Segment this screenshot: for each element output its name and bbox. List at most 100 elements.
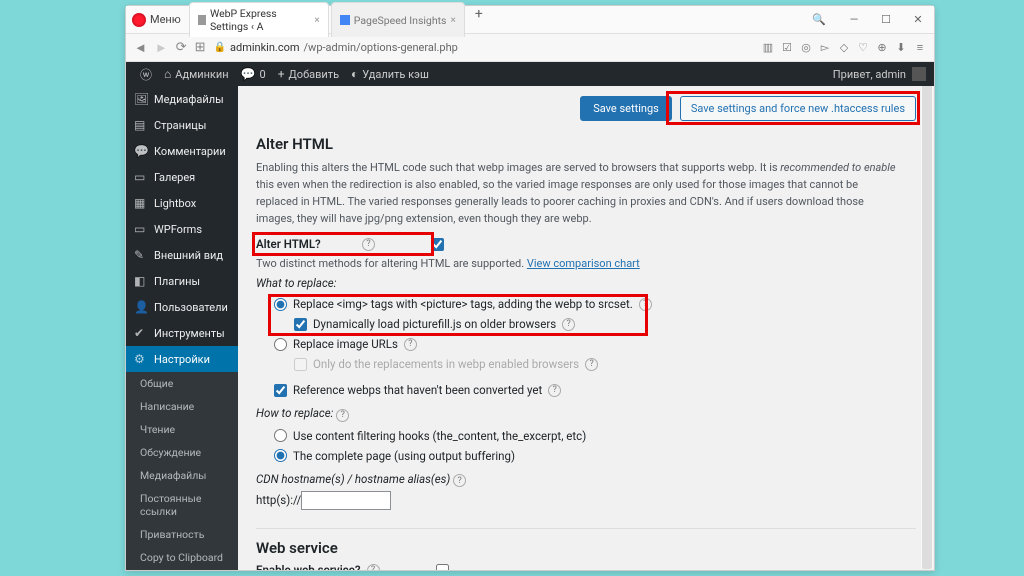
content-hooks-radio[interactable] <box>274 429 287 442</box>
new-tab-button[interactable]: + <box>467 2 491 37</box>
comment-count: 0 <box>260 68 266 81</box>
wordpress-icon: ⓦ <box>140 66 152 83</box>
sidebar-item-label: Внешний вид <box>154 249 223 262</box>
sub-item-writing[interactable]: Написание <box>126 395 238 418</box>
reference-webps-option[interactable]: Reference webps that haven't been conver… <box>256 380 916 400</box>
help-icon[interactable]: ? <box>548 384 561 397</box>
alter-html-checkbox[interactable] <box>431 238 444 251</box>
replace-url-option[interactable]: Replace image URLs ? <box>256 334 916 354</box>
lock-icon: 🔒 <box>214 42 226 53</box>
sidebar-item-appearance[interactable]: ✎Внешний вид <box>126 242 238 268</box>
close-icon[interactable]: × <box>450 15 455 26</box>
extension-icon[interactable]: ▥ <box>762 41 774 54</box>
sub-item-copy[interactable]: Copy to Clipboard <box>126 546 238 569</box>
comparison-link[interactable]: View comparison chart <box>527 257 640 270</box>
desc-part: this even when the redirection is also e… <box>256 178 864 225</box>
comments-icon: 💬 <box>134 144 148 158</box>
help-icon[interactable]: ? <box>639 298 652 311</box>
option-label: Replace image URLs <box>293 337 398 351</box>
pages-icon: ▤ <box>134 118 148 132</box>
what-replace-heading: What to replace: <box>256 276 916 290</box>
sidebar-item-label: Страницы <box>154 119 206 132</box>
cdn-hostname-input[interactable] <box>301 491 391 510</box>
help-icon[interactable]: ? <box>585 358 598 371</box>
content-hooks-option[interactable]: Use content filtering hooks (the_content… <box>256 426 916 446</box>
sidebar-item-wpforms[interactable]: ▭WPForms <box>126 216 238 242</box>
extension-icon[interactable]: ◎ <box>800 41 812 54</box>
output-buffer-radio[interactable] <box>274 449 287 462</box>
admin-sidebar: 🖼Медиафайлы ▤ Страницы 💬Комментарии ▭Гале… <box>126 62 238 570</box>
sidebar-item-gallery[interactable]: ▭Галерея <box>126 164 238 190</box>
sub-item-permalinks[interactable]: Постоянные ссылки <box>126 487 238 523</box>
how-replace-block: How to replace: ? Use content filtering … <box>256 406 916 466</box>
avatar[interactable] <box>912 67 926 81</box>
reload-button[interactable]: ⟳ <box>176 40 187 55</box>
sidebar-item-tools[interactable]: ✔Инструменты <box>126 320 238 346</box>
extension-icon[interactable]: ▻ <box>819 41 831 54</box>
scroll-thumb[interactable] <box>922 62 932 569</box>
sidebar-item-pages[interactable]: ▤ Страницы <box>126 112 238 138</box>
download-icon[interactable]: ⬇ <box>895 41 907 54</box>
sub-item-privacy[interactable]: Приватность <box>126 523 238 546</box>
bookmark-icon[interactable]: ♡ <box>857 41 869 54</box>
extension-icon[interactable]: ◇ <box>838 41 850 54</box>
help-icon[interactable]: ? <box>404 338 417 351</box>
wp-logo-button[interactable]: ⓦ <box>134 66 158 83</box>
site-name-button[interactable]: ⌂Админкин <box>158 67 235 81</box>
save-buttons-row: Save settings Save settings and force ne… <box>256 96 916 121</box>
webp-only-option: Only do the replacements in webp enabled… <box>256 354 916 374</box>
help-icon[interactable]: ? <box>453 474 466 487</box>
option-label: Reference webps that haven't been conver… <box>293 383 542 397</box>
sub-item-media[interactable]: Медиафайлы <box>126 464 238 487</box>
extension-icon[interactable]: ☑ <box>781 41 793 54</box>
forward-button[interactable]: ► <box>155 40 168 56</box>
add-new-button[interactable]: +Добавить <box>272 67 345 81</box>
back-button[interactable]: ◄ <box>134 40 147 56</box>
sidebar-item-media[interactable]: 🖼Медиафайлы <box>126 86 238 112</box>
save-button[interactable]: Save settings <box>580 96 672 121</box>
sidebar-item-lightbox[interactable]: ▦Lightbox <box>126 190 238 216</box>
menu-icon[interactable]: ≡ <box>914 41 926 54</box>
url-field[interactable]: 🔒 adminkin.com/wp-admin/options-general.… <box>214 41 458 54</box>
opera-menu-button[interactable]: Меню <box>132 13 181 27</box>
sub-item-general[interactable]: Общие <box>126 372 238 395</box>
help-icon[interactable]: ? <box>336 409 349 422</box>
sub-item-reading[interactable]: Чтение <box>126 418 238 441</box>
sidebar-item-plugins[interactable]: ◧Плагины <box>126 268 238 294</box>
cdn-label: CDN hostname(s) / hostname alias(es) <box>256 472 450 486</box>
maximize-button[interactable]: ☐ <box>876 13 896 26</box>
enable-ws-checkbox[interactable] <box>436 564 449 570</box>
tab-active[interactable]: WebP Express Settings ‹ А × <box>189 2 329 37</box>
option-label: Replace <img> tags with <picture> tags, … <box>293 297 633 311</box>
help-icon[interactable]: ? <box>367 564 380 570</box>
sub-item-content[interactable]: Содержание <box>126 569 238 570</box>
output-buffer-option[interactable]: The complete page (using output bufferin… <box>256 446 916 466</box>
sidebar-item-comments[interactable]: 💬Комментарии <box>126 138 238 164</box>
replace-picture-option[interactable]: Replace <img> tags with <picture> tags, … <box>256 294 916 314</box>
close-button[interactable]: ✕ <box>908 13 928 26</box>
search-icon[interactable]: 🔍 <box>812 13 826 26</box>
save-force-button[interactable]: Save settings and force new .htaccess ru… <box>680 96 916 121</box>
sub-item-discussion[interactable]: Обсуждение <box>126 441 238 464</box>
clear-cache-button[interactable]: ◐Удалить кэш <box>345 67 435 81</box>
reference-webps-checkbox[interactable] <box>274 384 287 397</box>
replace-picture-radio[interactable] <box>274 298 287 311</box>
help-icon[interactable]: ? <box>562 318 575 331</box>
sidebar-item-users[interactable]: 👤Пользователи <box>126 294 238 320</box>
window-scrollbar[interactable] <box>921 62 933 569</box>
home-button[interactable]: ⊞ <box>195 40 206 55</box>
opera-logo-icon <box>132 13 146 27</box>
comments-button[interactable]: 💬0 <box>235 67 272 81</box>
replace-url-radio[interactable] <box>274 338 287 351</box>
sidebar-item-label: Медиафайлы <box>154 93 224 106</box>
picturefill-checkbox[interactable] <box>294 318 307 331</box>
close-icon[interactable]: × <box>314 15 319 26</box>
picturefill-option[interactable]: Dynamically load picturefill.js on older… <box>256 314 916 334</box>
tab-inactive[interactable]: PageSpeed Insights × <box>331 2 465 37</box>
sidebar-item-settings[interactable]: ⚙Настройки <box>126 346 238 372</box>
help-icon[interactable]: ? <box>362 238 375 251</box>
cache-label: Удалить кэш <box>362 68 429 81</box>
extension-icon[interactable]: ⊕ <box>876 41 888 54</box>
how-label: How to replace: <box>256 406 333 420</box>
minimize-button[interactable]: — <box>844 13 864 26</box>
